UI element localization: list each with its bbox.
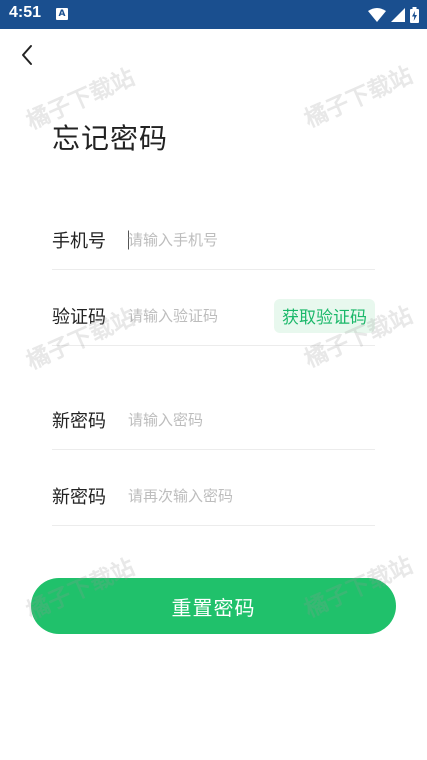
status-time: 4:51 [9, 4, 42, 21]
confirm-password-label: 新密码 [52, 486, 106, 508]
status-icons [368, 6, 419, 24]
code-row: 验证码 获取验证码 [52, 286, 375, 346]
phone-label: 手机号 [52, 230, 106, 252]
confirm-password-input[interactable] [128, 482, 268, 509]
battery-charging-icon [410, 7, 419, 23]
reset-password-button[interactable]: 重置密码 [31, 578, 396, 634]
new-password-label: 新密码 [52, 410, 106, 432]
phone-input[interactable] [128, 226, 268, 253]
confirm-password-row: 新密码 [52, 466, 375, 526]
new-password-row: 新密码 [52, 390, 375, 450]
phone-row: 手机号 [52, 210, 375, 270]
page-title: 忘记密码 [52, 122, 169, 155]
get-code-button[interactable]: 获取验证码 [274, 298, 375, 333]
notification-icon: A [56, 8, 68, 20]
wifi-icon [368, 8, 386, 22]
back-button[interactable] [12, 40, 42, 70]
code-label: 验证码 [52, 306, 106, 328]
new-password-input[interactable] [128, 406, 268, 433]
watermark: 橘子下载站 [300, 62, 417, 134]
chevron-left-icon [22, 45, 32, 65]
status-bar: 4:51 A [0, 0, 427, 29]
signal-icon [391, 8, 405, 22]
code-input[interactable] [128, 302, 268, 329]
